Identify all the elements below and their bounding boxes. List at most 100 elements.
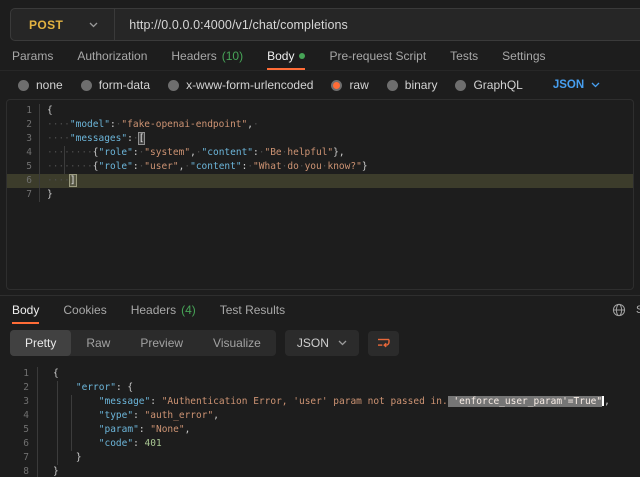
code-token: ···· — [47, 119, 70, 130]
code-token: } — [47, 189, 53, 200]
code-token: "What — [253, 161, 282, 172]
code-line[interactable]: 8} — [0, 465, 640, 477]
code-line[interactable]: 1{ — [7, 104, 633, 118]
view-mode-preview[interactable]: Preview — [125, 330, 198, 356]
tab-label: Body — [267, 49, 294, 63]
code-token: "role" — [99, 161, 133, 172]
response-body-editor[interactable]: 1{2 "error": {3 "message": "Authenticati… — [0, 365, 640, 477]
code-token: you — [305, 161, 322, 172]
code-token: "user" — [144, 161, 178, 172]
code-line[interactable]: 7 } — [0, 451, 640, 465]
request-body-editor[interactable]: 1{2····"model":·"fake-openai-endpoint",·… — [6, 99, 634, 290]
method-label: POST — [29, 18, 63, 32]
code-content: "error": { — [38, 381, 640, 395]
code-token: { — [47, 105, 53, 116]
body-type-graphql[interactable]: GraphQL — [455, 78, 522, 92]
response-tab-headers[interactable]: Headers(4) — [131, 296, 196, 324]
response-tab-test-results[interactable]: Test Results — [220, 296, 285, 324]
response-panel: Body Cookies Headers(4) Test Results S Pret… — [0, 295, 640, 477]
body-type-x-www-form-urlencoded[interactable]: x-www-form-urlencoded — [168, 78, 313, 92]
code-line[interactable]: 2····"model":·"fake-openai-endpoint",· — [7, 118, 633, 132]
radio-icon — [168, 80, 179, 91]
tab-label: Body — [12, 303, 39, 317]
code-line[interactable]: 3 "message": "Authentication Error, 'use… — [0, 395, 640, 409]
code-token: helpful" — [287, 147, 333, 158]
code-content: "message": "Authentication Error, 'user'… — [38, 395, 640, 409]
code-line[interactable]: 4 "type": "auth_error", — [0, 409, 640, 423]
code-token: : { — [116, 382, 133, 393]
code-content: "type": "auth_error", — [38, 409, 640, 423]
body-type-form-data[interactable]: form-data — [81, 78, 150, 92]
indent-guide — [71, 395, 72, 451]
code-content: } — [38, 451, 640, 465]
matched-bracket: [ — [139, 133, 145, 144]
line-number: 6 — [0, 437, 38, 451]
tab-label: Test Results — [220, 303, 285, 317]
request-tab-settings[interactable]: Settings — [502, 41, 545, 70]
modified-dot-icon — [299, 53, 305, 59]
url-input[interactable]: http://0.0.0.0:4000/v1/chat/completions — [115, 18, 640, 32]
request-tab-pre-request-script[interactable]: Pre-request Script — [329, 41, 426, 70]
code-token: : — [150, 396, 161, 407]
code-token — [53, 396, 99, 407]
code-token: , — [213, 410, 219, 421]
line-number: 2 — [7, 118, 40, 132]
request-tab-body[interactable]: Body — [267, 41, 305, 70]
wrap-text-button[interactable] — [368, 331, 399, 356]
request-tab-params[interactable]: Params — [12, 41, 53, 70]
body-type-label: form-data — [99, 78, 150, 92]
code-content: "code": 401 — [38, 437, 640, 451]
code-line[interactable]: 3····"messages":·[ — [7, 132, 633, 146]
radio-icon — [455, 80, 466, 91]
code-token: ···· — [47, 175, 70, 186]
code-content: ····] — [40, 174, 633, 188]
code-token: "fake-openai-endpoint" — [121, 119, 247, 130]
response-code-lines: 1{2 "error": {3 "message": "Authenticati… — [0, 367, 640, 477]
code-line[interactable]: 6 "code": 401 — [0, 437, 640, 451]
code-token: "role" — [99, 147, 133, 158]
code-token: know?" — [327, 161, 361, 172]
body-type-none[interactable]: none — [18, 78, 63, 92]
body-type-label: x-www-form-urlencoded — [186, 78, 313, 92]
code-line[interactable]: 6····] — [7, 174, 633, 188]
code-token: : — [133, 410, 144, 421]
body-type-label: none — [36, 78, 63, 92]
request-tab-tests[interactable]: Tests — [450, 41, 478, 70]
view-mode-visualize[interactable]: Visualize — [198, 330, 276, 356]
selected-text: 'enforce_user_param'=True" — [448, 396, 602, 407]
request-panel: POST http://0.0.0.0:4000/v1/chat/complet… — [0, 8, 640, 290]
globe-icon[interactable] — [612, 303, 626, 317]
view-mode-switch: PrettyRawPreviewVisualize — [10, 330, 276, 356]
truncated-status-text: S — [636, 304, 640, 316]
code-line[interactable]: 7} — [7, 188, 633, 202]
line-number: 4 — [7, 146, 40, 160]
code-token: "content" — [202, 147, 253, 158]
code-token: "Authentication Error, 'user' param not … — [162, 396, 448, 407]
method-select[interactable]: POST — [11, 18, 114, 32]
body-type-label: raw — [349, 78, 368, 92]
code-line[interactable]: 5········{"role":·"user",·"content":·"Wh… — [7, 160, 633, 174]
response-toolbar: PrettyRawPreviewVisualize JSON — [0, 324, 640, 365]
tab-count-badge: (10) — [222, 49, 243, 63]
view-mode-pretty[interactable]: Pretty — [10, 330, 71, 356]
code-line[interactable]: 1{ — [0, 367, 640, 381]
code-line[interactable]: 2 "error": { — [0, 381, 640, 395]
request-tab-authorization[interactable]: Authorization — [77, 41, 147, 70]
response-tab-body[interactable]: Body — [12, 296, 39, 324]
code-content: } — [40, 188, 633, 202]
code-token: · — [133, 133, 139, 144]
line-number: 4 — [0, 409, 38, 423]
body-type-binary[interactable]: binary — [387, 78, 438, 92]
response-language-select[interactable]: JSON — [285, 330, 359, 356]
response-tab-cookies[interactable]: Cookies — [63, 296, 106, 324]
request-language-select[interactable]: JSON — [553, 79, 600, 91]
view-mode-raw[interactable]: Raw — [71, 330, 125, 356]
matched-bracket: ] — [70, 175, 76, 186]
code-line[interactable]: 5 "param": "None", — [0, 423, 640, 437]
request-tab-headers[interactable]: Headers(10) — [171, 41, 243, 70]
code-token — [53, 410, 99, 421]
code-line[interactable]: 4········{"role":·"system",·"content":·"… — [7, 146, 633, 160]
chevron-down-icon — [338, 340, 347, 346]
code-token — [53, 424, 99, 435]
body-type-raw[interactable]: raw — [331, 78, 368, 92]
